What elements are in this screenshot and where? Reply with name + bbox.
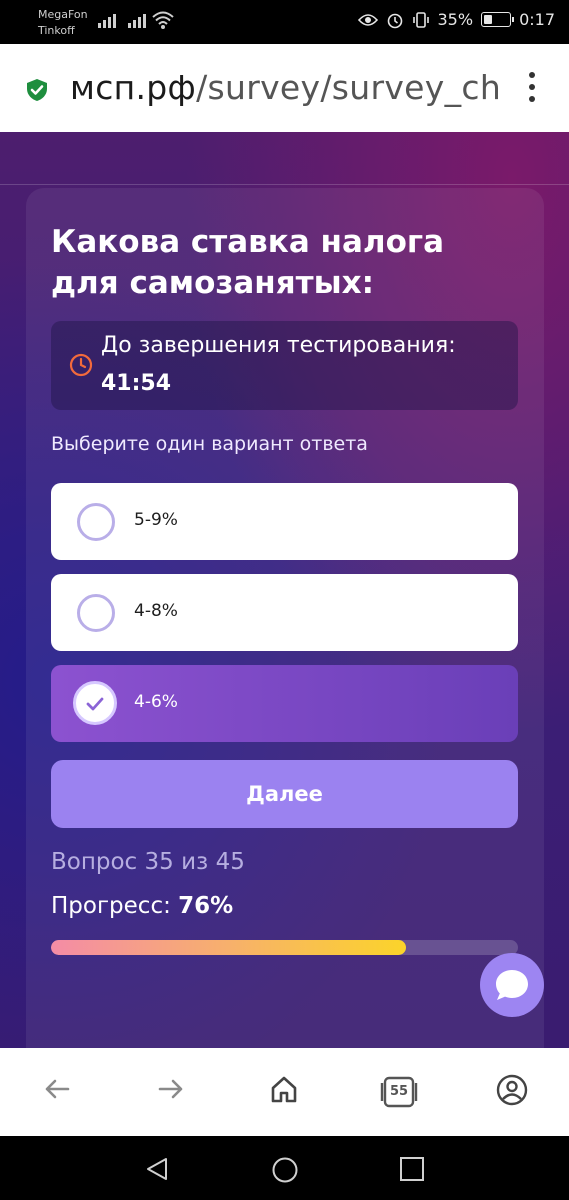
status-bar: MegaFon Tinkoff 35% 0:17 (0, 0, 569, 44)
answer-label: 5-9% (134, 510, 178, 530)
wifi-icon (152, 11, 174, 29)
radio-button[interactable] (77, 503, 115, 541)
kebab-menu-icon[interactable] (529, 72, 535, 102)
instruction-text: Выберите один вариант ответа (51, 433, 368, 455)
arrow-right-icon[interactable] (156, 1074, 186, 1104)
answer-label: 4-8% (134, 601, 178, 621)
radio-button-checked[interactable] (73, 681, 117, 725)
answer-option-3[interactable]: 4-6% (51, 665, 518, 742)
chat-bubble-icon (496, 970, 528, 1000)
url-host: мсп.рф (70, 68, 197, 107)
carrier-1: MegaFon (38, 8, 88, 21)
answer-option-1[interactable]: 5-9% (51, 483, 518, 560)
progress-label: Прогресс: 76% (51, 893, 233, 919)
browser-bottom-bar: 55 (0, 1048, 569, 1136)
url-path: /survey/survey_chec (196, 68, 500, 107)
arrow-left-icon[interactable] (42, 1074, 72, 1104)
progress-fill (51, 940, 406, 955)
nav-recents-icon[interactable] (399, 1156, 425, 1182)
chat-button[interactable] (480, 953, 544, 1017)
battery-fill (484, 15, 493, 24)
question-title: Какова ставка налога для самозанятых: (51, 224, 445, 301)
timer-label: До завершения тестирования: (101, 333, 456, 358)
status-right: 35% 0:17 (357, 10, 555, 29)
nav-back-icon[interactable] (144, 1156, 170, 1182)
alarm-icon (387, 13, 402, 28)
progress-prefix: Прогресс: (51, 893, 171, 919)
timer-box: До завершения тестирования: 41:54 (51, 321, 518, 410)
answer-label: 4-6% (134, 692, 178, 712)
carrier-2: Tinkoff (38, 24, 75, 37)
account-icon[interactable] (496, 1074, 528, 1106)
progress-value: 76% (178, 893, 234, 919)
answer-option-2[interactable]: 4-8% (51, 574, 518, 651)
next-button[interactable]: Далее (51, 760, 518, 828)
home-icon[interactable] (269, 1074, 299, 1104)
clock-icon (69, 353, 93, 377)
battery-percent: 35% (437, 10, 474, 29)
system-nav-bar (0, 1136, 569, 1200)
clock-time: 0:17 (519, 10, 555, 29)
signal-2-icon (128, 12, 146, 28)
signal-1-icon (98, 12, 116, 28)
shield-check-icon[interactable] (26, 78, 48, 102)
tabs-count: 55 (389, 1084, 409, 1099)
nav-home-icon[interactable] (271, 1156, 299, 1184)
battery-icon (481, 12, 515, 27)
browser-url-bar: мсп.рф/survey/survey_chec (0, 44, 569, 132)
divider (0, 184, 569, 185)
radio-button[interactable] (77, 594, 115, 632)
eye-icon (357, 13, 378, 26)
timer-value: 41:54 (101, 371, 172, 396)
question-counter: Вопрос 35 из 45 (51, 849, 245, 875)
checkmark-icon (86, 697, 104, 711)
progress-bar (51, 940, 518, 955)
tabs-icon[interactable]: 55 (380, 1075, 418, 1109)
carrier-names: MegaFon Tinkoff (38, 7, 88, 39)
url-field[interactable]: мсп.рф/survey/survey_chec (70, 68, 500, 107)
vibrate-icon (412, 11, 429, 28)
